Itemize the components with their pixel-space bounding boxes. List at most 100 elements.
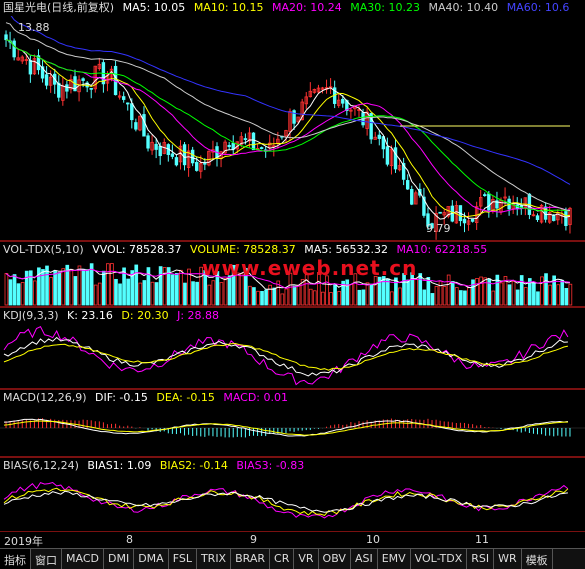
volume-bar [73,276,78,306]
volume-bar [252,287,256,306]
tab-15[interactable]: WR [494,549,522,569]
candle-body [142,114,146,137]
volume-bar [268,284,272,306]
kdj-k-line [3,336,568,377]
vol-ma10-value: MA10: 62218.55 [396,243,488,256]
volume-bar [532,281,536,306]
volume-bar [264,289,268,306]
candle-body [227,144,231,148]
volume-bar [33,280,37,306]
volume-bar [223,277,228,306]
volume-bar [219,282,224,306]
volume-bar [519,275,524,306]
volume-bar [523,287,528,306]
bias2-line [3,487,569,516]
price-chart[interactable] [0,16,585,240]
tab-14[interactable]: RSI [467,549,495,569]
volume-bar [325,275,329,306]
volume-bar [284,288,289,306]
candle-body [182,144,187,166]
candle-body [146,135,150,149]
volume-bar [515,289,520,306]
kdj-panel[interactable]: KDJ(9,3,3) K: 23.16 D: 20.30 J: 28.88 [0,308,585,388]
volume-bar [110,263,114,306]
volume-bar [106,263,110,306]
volume-bar [101,270,106,306]
volume-bar [398,287,402,306]
tab-16[interactable]: 模板 [522,549,553,569]
volume-bar [142,280,147,306]
bias-chart[interactable] [0,474,585,531]
volume-bar [564,288,569,306]
volume-bar [49,276,53,306]
ma30-line [5,39,571,212]
volume-bar [556,284,561,306]
candle-body [552,215,556,221]
volume-bar [536,291,540,306]
volume-bar [211,280,216,306]
volume-bar [483,277,488,306]
bias-name: BIAS(6,12,24) [3,459,79,472]
price-header: 国星光电(日线,前复权) MA5: 10.05 MA10: 10.15 MA20… [0,0,574,16]
axis-month-9: 9 [250,533,257,546]
tab-9[interactable]: VR [294,549,319,569]
volume-bar [560,279,565,306]
tab-5[interactable]: FSL [169,549,197,569]
tab-12[interactable]: EMV [378,549,411,569]
volume-bar [471,279,475,306]
volume-bar [81,268,86,306]
axis-month-8: 8 [126,533,133,546]
bias-panel[interactable]: BIAS(6,12,24) BIAS1: 1.09 BIAS2: -0.14 B… [0,458,585,531]
vol-name: VOL-TDX(5,10) [3,243,84,256]
candle-body [483,194,487,196]
candle-body [410,189,414,205]
price-panel[interactable]: 国星光电(日线,前复权) MA5: 10.05 MA10: 10.15 MA20… [0,0,585,240]
tab-7[interactable]: BRAR [231,549,271,569]
macd-name: MACD(12,26,9) [3,391,87,404]
volume-bar [126,278,130,306]
macd-panel[interactable]: MACD(12,26,9) DIF: -0.15 DEA: -0.15 MACD… [0,390,585,456]
volume-bar [390,291,394,306]
tab-6[interactable]: TRIX [197,549,232,569]
volume-bar [333,284,337,306]
tab-10[interactable]: OBV [319,549,351,569]
tab-0[interactable]: 指标 [0,549,31,569]
low-price-label: 9.79 [426,222,451,235]
candle-body [243,138,248,140]
volume-value: VOLUME: 78528.37 [190,243,296,256]
volume-bar [93,284,98,306]
volume-bar [467,287,471,306]
stock-title: 国星光电(日线,前复权) [3,1,115,14]
candle-body [393,147,398,170]
bias-header: BIAS(6,12,24) BIAS1: 1.09 BIAS2: -0.14 B… [0,458,309,474]
axis-year: 2019年 [4,535,43,548]
tab-11[interactable]: ASI [351,549,378,569]
tab-13[interactable]: VOL-TDX [411,549,468,569]
tab-8[interactable]: CR [270,549,295,569]
tab-2[interactable]: MACD [62,549,104,569]
axis-month-11: 11 [475,533,489,546]
volume-bar [361,289,366,306]
volume-bar [406,279,410,306]
kdj-name: KDJ(9,3,3) [3,309,59,322]
volume-bar [183,282,187,306]
axis-month-10: 10 [366,533,380,546]
volume-bar [248,285,252,306]
candle-body [462,218,467,224]
volume-bar [158,266,163,306]
volume-bar [540,276,544,306]
kdj-chart[interactable] [0,324,585,388]
tab-3[interactable]: DMI [104,549,135,569]
volume-bar [69,268,74,306]
volume-bar [312,290,317,306]
macd-dif-value: DIF: -0.15 [95,391,148,404]
candle-body [535,215,540,221]
ma60-line [10,16,571,185]
tab-4[interactable]: DMA [134,549,169,569]
candle-body [470,218,475,222]
volume-bar [454,287,459,306]
volume-bar [154,282,159,306]
volume-bar [491,290,496,306]
tab-1[interactable]: 窗口 [31,549,62,569]
macd-chart[interactable] [0,406,585,456]
